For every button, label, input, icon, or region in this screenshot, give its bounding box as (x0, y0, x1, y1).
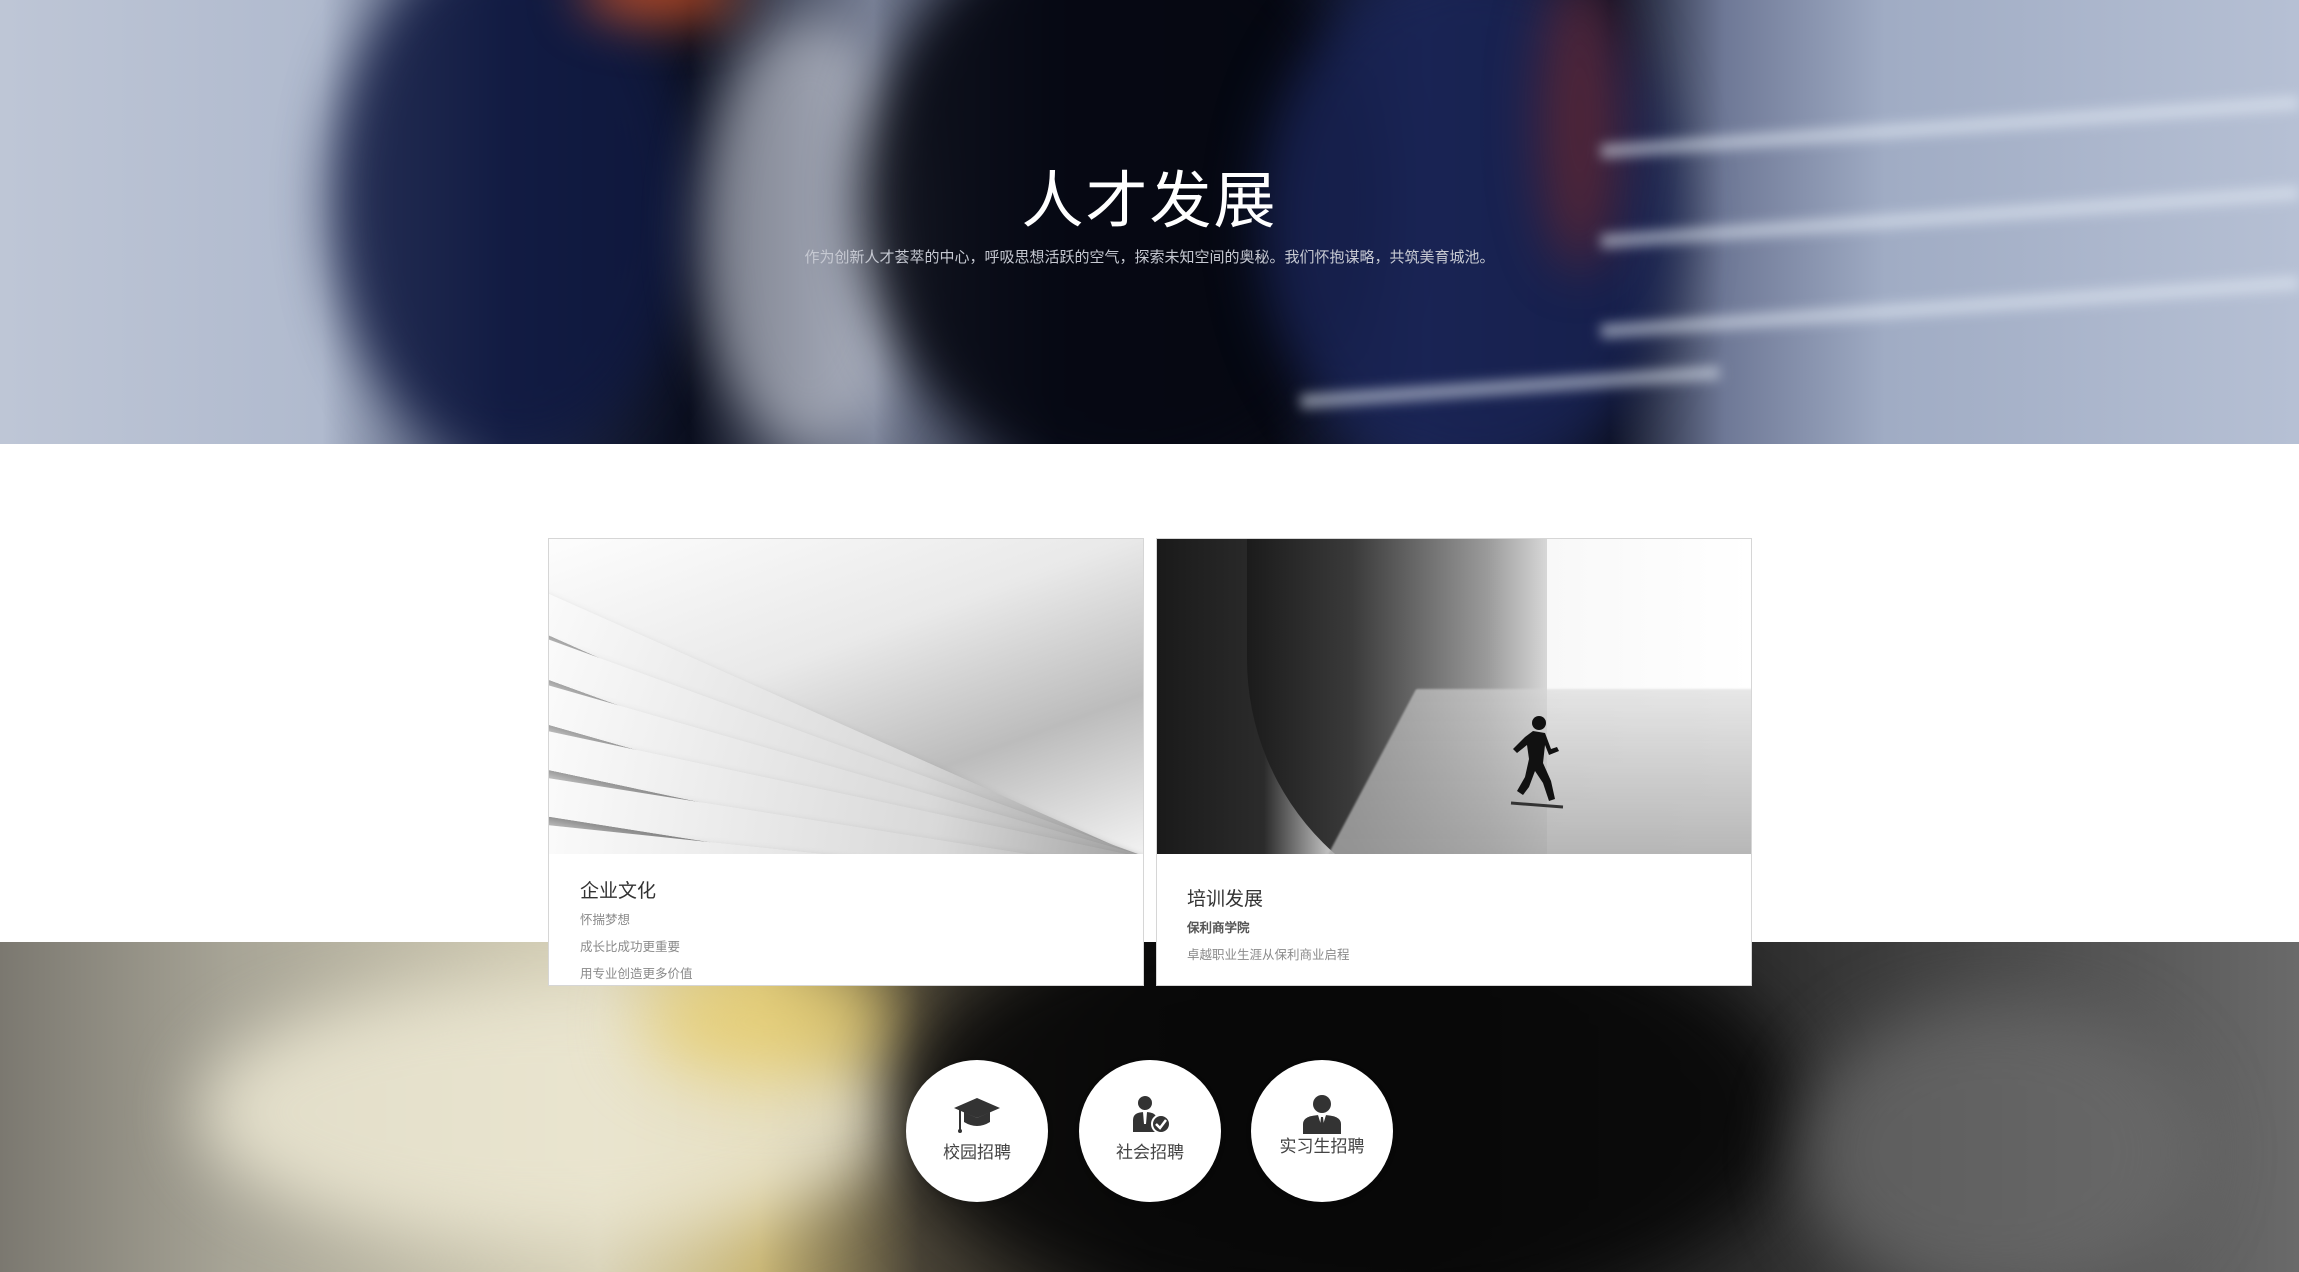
card-corporate-culture[interactable]: 企业文化 怀揣梦想 成长比成功更重要 用专业创造更多价值 (548, 538, 1144, 986)
person-suit-icon (1303, 1095, 1341, 1134)
card-training-development[interactable]: 培训发展 保利商学院 卓越职业生涯从保利商业启程 (1156, 538, 1752, 986)
runner-silhouette-icon (1510, 716, 1564, 809)
card-line: 怀揣梦想 (580, 912, 631, 927)
page-title: 人才发展 (1021, 164, 1278, 237)
graduation-cap-icon (954, 1098, 1000, 1133)
campus-recruitment-label: 校园招聘 (943, 1143, 1011, 1163)
card-text: 企业文化 怀揣梦想 成长比成功更重要 用专业创造更多价值 (549, 854, 1143, 982)
cards-background (0, 444, 2299, 942)
bottom-blur-shape (1800, 1002, 2200, 1272)
page-subtitle: 作为创新人才荟萃的中心，呼吸思想活跃的空气，探索未知空间的奥秘。我们怀抱谋略，共… (804, 248, 1495, 266)
hero-banner: 人才发展 作为创新人才荟萃的中心，呼吸思想活跃的空气，探索未知空间的奥秘。我们怀… (0, 0, 2299, 444)
person-check-icon (1133, 1096, 1171, 1134)
card-line: 保利商学院 (1187, 920, 1250, 935)
card-text: 培训发展 保利商学院 卓越职业生涯从保利商业启程 (1157, 854, 1751, 963)
hero-light-streak (1600, 275, 2299, 339)
intern-recruitment-button[interactable]: 实习生招聘 (1251, 1060, 1393, 1202)
campus-recruitment-button[interactable]: 校园招聘 (906, 1060, 1048, 1202)
card-title: 培训发展 (1187, 888, 1264, 910)
card-title: 企业文化 (580, 880, 657, 902)
social-recruitment-button[interactable]: 社会招聘 (1079, 1060, 1221, 1202)
recruitment-nav: 校园招聘 社会招聘 实习生招聘 (906, 1060, 1394, 1202)
card-line: 成长比成功更重要 (580, 939, 681, 954)
social-recruitment-label: 社会招聘 (1116, 1143, 1184, 1163)
card-image-book-pages (549, 539, 1143, 854)
talent-development-page: 人才发展 作为创新人才荟萃的中心，呼吸思想活跃的空气，探索未知空间的奥秘。我们怀… (0, 0, 2299, 1272)
card-line: 用专业创造更多价值 (580, 966, 693, 981)
card-line: 卓越职业生涯从保利商业启程 (1187, 947, 1350, 962)
card-image-runner (1157, 539, 1751, 854)
intern-recruitment-label: 实习生招聘 (1279, 1137, 1365, 1157)
hero-light-streak (1600, 95, 2299, 159)
